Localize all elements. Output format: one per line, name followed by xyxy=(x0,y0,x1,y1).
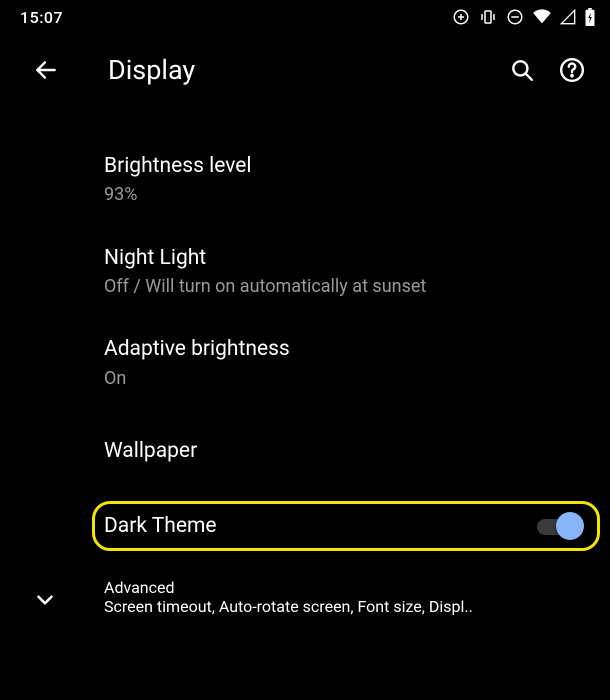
display-settings-screen: 15:07 Display Brightness level 93% Nig xyxy=(0,0,610,700)
adaptive-brightness-row[interactable]: Adaptive brightness On xyxy=(0,317,610,409)
help-icon xyxy=(559,57,585,83)
add-circle-icon xyxy=(452,8,470,26)
row-title: Advanced xyxy=(104,578,586,597)
row-title: Dark Theme xyxy=(104,514,536,538)
back-button[interactable] xyxy=(24,48,68,92)
battery-charging-icon xyxy=(584,8,596,26)
help-button[interactable] xyxy=(550,48,594,92)
row-subtitle: Off / Will turn on automatically at suns… xyxy=(104,275,586,298)
settings-list: Brightness level 93% Night Light Off / W… xyxy=(0,106,610,635)
dark-theme-row[interactable]: Dark Theme xyxy=(0,493,610,559)
switch-thumb xyxy=(556,512,584,540)
row-subtitle: On xyxy=(104,367,586,390)
search-icon xyxy=(509,57,535,83)
do-not-disturb-icon xyxy=(506,8,524,26)
page-title: Display xyxy=(108,54,500,86)
row-title: Brightness level xyxy=(104,153,586,179)
row-subtitle: 93% xyxy=(104,183,586,206)
status-icons xyxy=(452,8,596,26)
app-bar: Display xyxy=(0,34,610,106)
status-bar: 15:07 xyxy=(0,0,610,34)
vibrate-icon xyxy=(478,8,498,26)
dark-theme-toggle[interactable] xyxy=(536,512,582,540)
night-light-row[interactable]: Night Light Off / Will turn on automatic… xyxy=(0,226,610,318)
advanced-row[interactable]: Advanced Screen timeout, Auto-rotate scr… xyxy=(0,559,610,635)
chevron-down-icon xyxy=(32,587,58,613)
brightness-level-row[interactable]: Brightness level 93% xyxy=(0,134,610,226)
arrow-back-icon xyxy=(33,57,59,83)
wifi-icon xyxy=(532,9,552,25)
row-title: Night Light xyxy=(104,245,586,271)
wallpaper-row[interactable]: Wallpaper xyxy=(0,409,610,493)
row-title: Wallpaper xyxy=(104,428,586,474)
row-subtitle: Screen timeout, Auto-rotate screen, Font… xyxy=(104,597,584,616)
row-title: Adaptive brightness xyxy=(104,336,586,362)
expand-icon-wrap xyxy=(32,587,58,617)
search-button[interactable] xyxy=(500,48,544,92)
cell-signal-icon xyxy=(560,9,576,25)
status-time: 15:07 xyxy=(20,8,63,27)
